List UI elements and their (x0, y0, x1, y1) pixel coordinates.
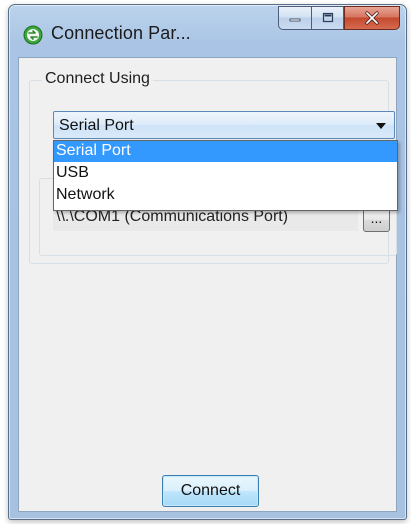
dialog-client-area: Connect Using \\.\COM1 (Communications P… (18, 57, 398, 512)
titlebar[interactable]: Connection Par... (9, 5, 406, 57)
maximize-icon (322, 12, 333, 23)
connection-window: Connection Par... Connect Using \\.\COM1… (8, 4, 407, 520)
close-button[interactable] (344, 6, 400, 30)
close-icon (365, 11, 379, 25)
browse-port-button[interactable]: ... (363, 208, 390, 232)
dropdown-option-serial-port[interactable]: Serial Port (54, 141, 397, 162)
caption-buttons (278, 6, 400, 32)
window-title: Connection Par... (51, 23, 191, 43)
dropdown-option-network[interactable]: Network (54, 185, 397, 206)
connect-button[interactable]: Connect (162, 475, 259, 507)
minimize-button[interactable] (278, 6, 311, 30)
maximize-button[interactable] (311, 6, 344, 30)
connect-using-combobox[interactable]: Serial Port (53, 111, 395, 139)
connect-using-dropdown-list: Serial Port USB Network (53, 140, 398, 211)
connection-app-icon (23, 25, 43, 45)
minimize-icon (289, 18, 301, 22)
combobox-selected-value: Serial Port (59, 117, 134, 134)
dropdown-option-usb[interactable]: USB (54, 163, 397, 184)
connect-using-label: Connect Using (42, 70, 153, 88)
chevron-down-icon[interactable] (376, 123, 386, 129)
